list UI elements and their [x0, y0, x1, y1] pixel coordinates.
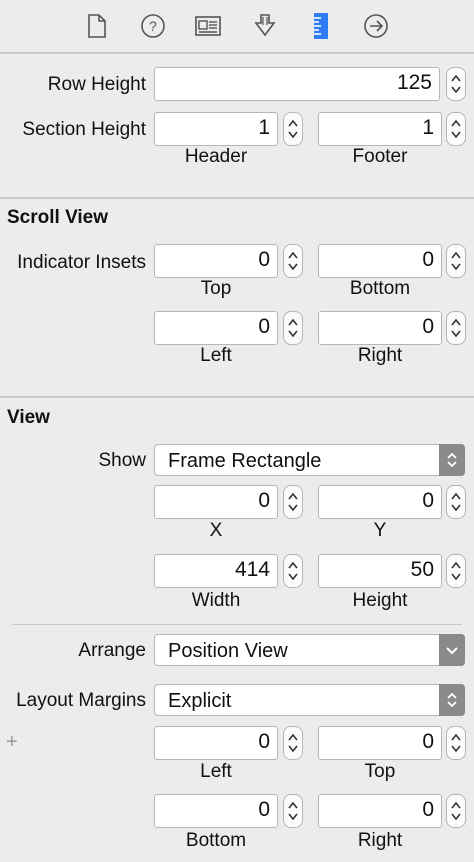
margin-bottom-stepper[interactable]	[283, 794, 303, 828]
row-height-field[interactable]: 125	[154, 67, 440, 101]
inset-left-stepper[interactable]	[283, 311, 303, 345]
view-title: View	[7, 407, 50, 428]
x-sublabel: X	[209, 520, 223, 541]
margin-right-stepper[interactable]	[446, 794, 466, 828]
margin-right-field[interactable]: 0	[318, 794, 442, 828]
width-field[interactable]: 414	[154, 554, 278, 588]
margin-right-sublabel: Right	[357, 830, 403, 851]
inset-bottom-sublabel: Bottom	[349, 278, 411, 299]
x-field[interactable]: 0	[154, 485, 278, 519]
show-popup[interactable]: Frame Rectangle	[154, 444, 465, 476]
y-sublabel: Y	[373, 520, 387, 541]
row-height-label: Row Height	[47, 74, 146, 95]
inset-right-field[interactable]: 0	[318, 311, 442, 345]
chevron-down-icon	[439, 634, 465, 666]
margin-bottom-sublabel: Bottom	[185, 830, 247, 851]
margin-left-stepper[interactable]	[283, 726, 303, 760]
quick-help-icon[interactable]: ?	[140, 13, 166, 39]
section-header-stepper[interactable]	[283, 112, 303, 146]
margin-left-field[interactable]: 0	[154, 726, 278, 760]
height-stepper[interactable]	[446, 554, 466, 588]
margin-left-sublabel: Left	[200, 761, 232, 782]
file-inspector-icon[interactable]	[84, 13, 110, 39]
height-field[interactable]: 50	[318, 554, 442, 588]
inset-top-field[interactable]: 0	[154, 244, 278, 278]
y-field[interactable]: 0	[318, 485, 442, 519]
x-stepper[interactable]	[283, 485, 303, 519]
inset-top-stepper[interactable]	[283, 244, 303, 278]
popup-chevron-icon	[439, 444, 465, 476]
arrange-label: Arrange	[78, 640, 146, 661]
inset-bottom-stepper[interactable]	[446, 244, 466, 278]
svg-text:?: ?	[149, 18, 157, 34]
layout-margins-label: Layout Margins	[16, 690, 146, 711]
row-height-stepper[interactable]	[446, 67, 466, 101]
view-divider	[12, 624, 462, 625]
section-divider	[0, 396, 474, 398]
height-sublabel: Height	[352, 590, 408, 611]
margin-top-field[interactable]: 0	[318, 726, 442, 760]
inspector-toolbar: ?	[0, 0, 474, 52]
add-margin-icon[interactable]: +	[6, 731, 18, 754]
inset-top-sublabel: Top	[200, 278, 232, 299]
inset-left-sublabel: Left	[200, 345, 232, 366]
show-popup-value: Frame Rectangle	[168, 450, 322, 472]
inset-right-stepper[interactable]	[446, 311, 466, 345]
popup-chevron-icon	[439, 684, 465, 716]
toolbar-divider	[0, 52, 474, 54]
section-footer-field[interactable]: 1	[318, 112, 442, 146]
margin-bottom-field[interactable]: 0	[154, 794, 278, 828]
attributes-inspector-icon[interactable]	[252, 13, 278, 39]
scroll-view-title: Scroll View	[7, 207, 109, 228]
inset-left-field[interactable]: 0	[154, 311, 278, 345]
arrange-popup[interactable]: Position View	[154, 634, 465, 666]
margin-top-stepper[interactable]	[446, 726, 466, 760]
layout-margins-popup-value: Explicit	[168, 690, 232, 712]
section-header-field[interactable]: 1	[154, 112, 278, 146]
margin-top-sublabel: Top	[364, 761, 396, 782]
section-height-label: Section Height	[22, 119, 146, 140]
section-footer-stepper[interactable]	[446, 112, 466, 146]
layout-margins-popup[interactable]: Explicit	[154, 684, 465, 716]
section-divider	[0, 197, 474, 199]
width-stepper[interactable]	[283, 554, 303, 588]
header-sublabel: Header	[184, 146, 248, 167]
y-stepper[interactable]	[446, 485, 466, 519]
connections-inspector-icon[interactable]	[363, 13, 389, 39]
indicator-insets-label: Indicator Insets	[17, 252, 146, 273]
width-sublabel: Width	[191, 590, 241, 611]
inset-bottom-field[interactable]: 0	[318, 244, 442, 278]
show-label: Show	[98, 450, 146, 471]
footer-sublabel: Footer	[352, 146, 408, 167]
identity-inspector-icon[interactable]	[195, 13, 221, 39]
inset-right-sublabel: Right	[357, 345, 403, 366]
size-inspector-icon[interactable]	[308, 13, 334, 39]
arrange-popup-value: Position View	[168, 640, 288, 662]
